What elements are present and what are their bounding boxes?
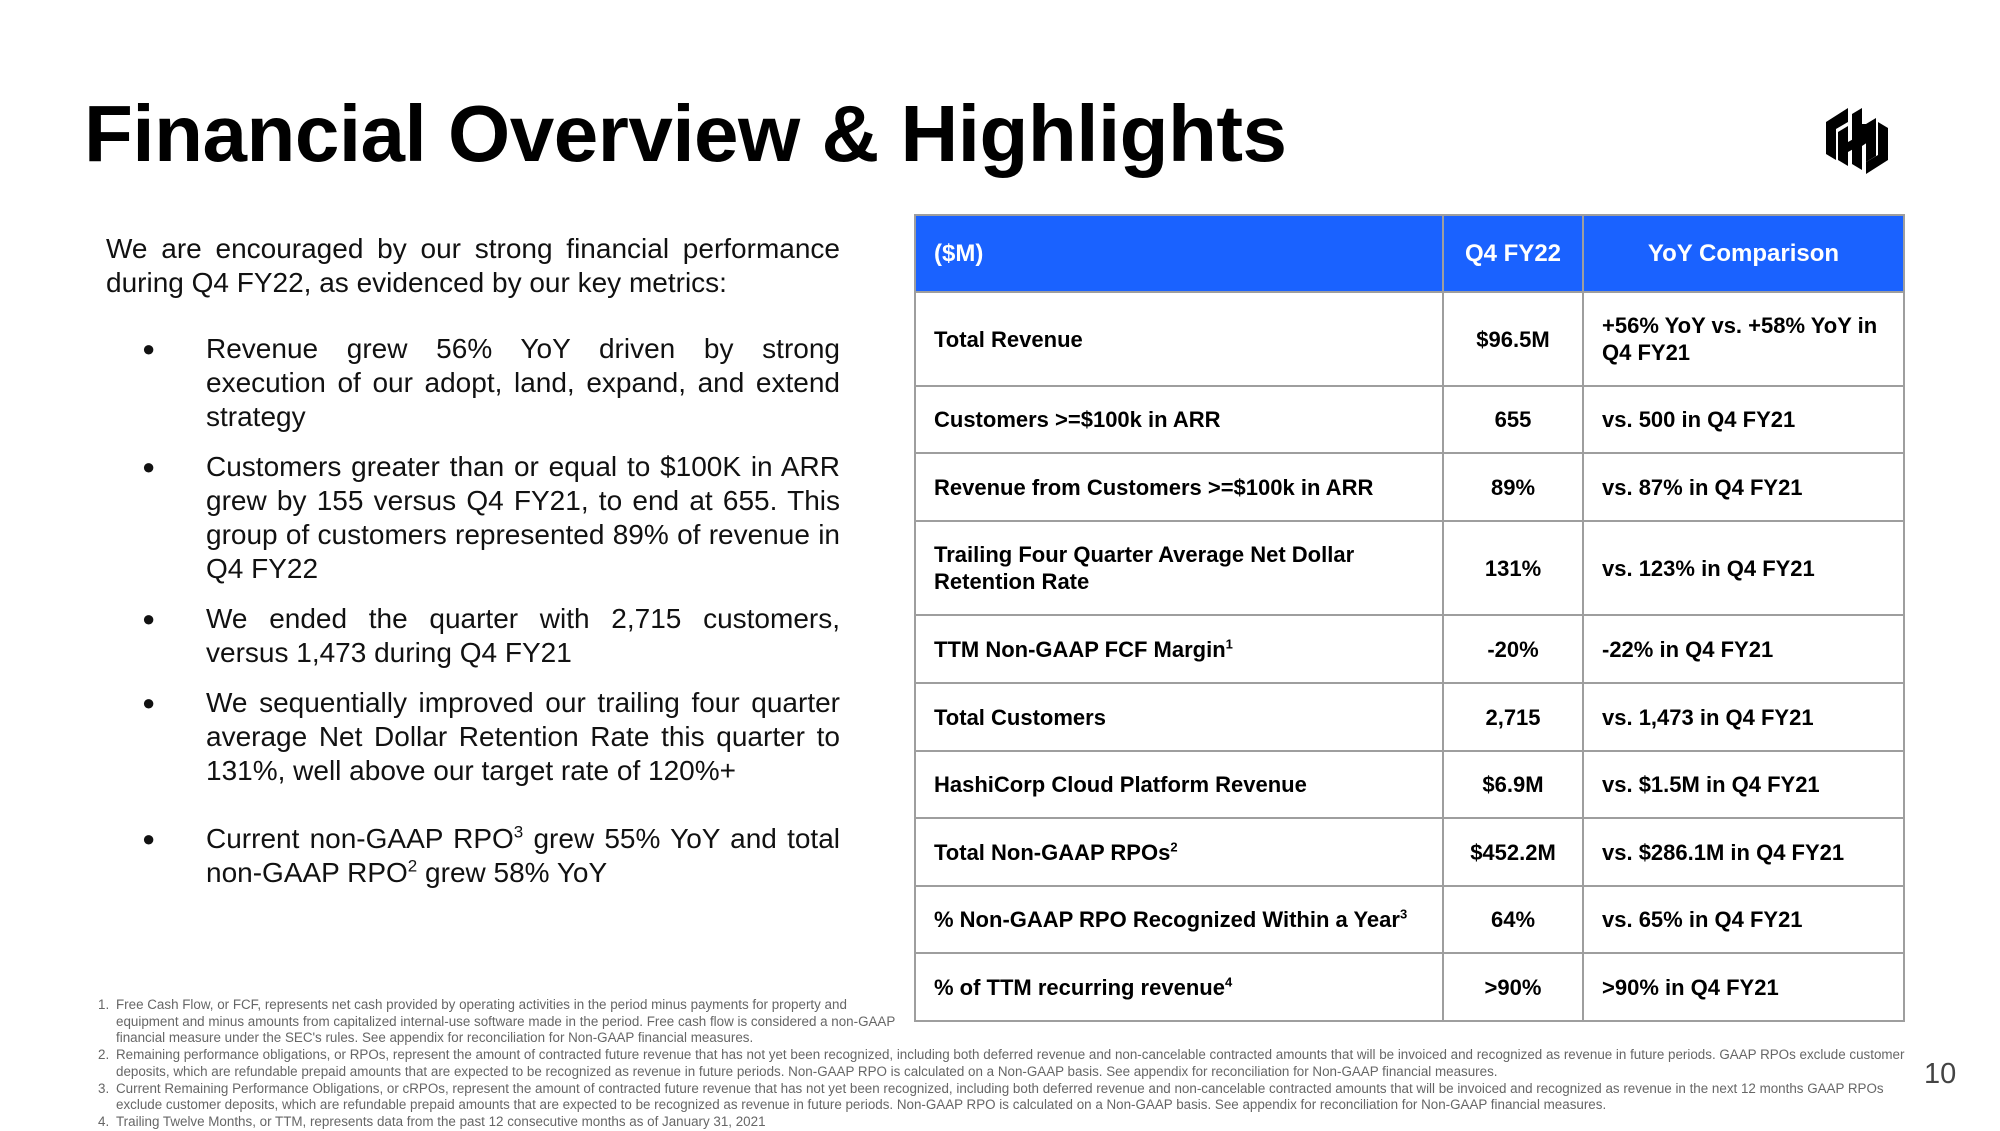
metric-name: Revenue from Customers >=$100k in ARR (934, 474, 1374, 500)
metric-name: HashiCorp Cloud Platform Revenue (934, 772, 1307, 797)
metric-name-cell: HashiCorp Cloud Platform Revenue (914, 750, 1444, 819)
table-row: Revenue from Customers >=$100k in ARR 89%… (914, 452, 1905, 522)
metric-name-cell: Trailing Four Quarter Average Net Dollar… (914, 520, 1444, 616)
column-header-metric: ($M) (914, 214, 1444, 293)
slide-title: Financial Overview & Highlights (84, 89, 1287, 178)
footnote-ref: 3 (513, 822, 524, 842)
metric-name-cell: Customers >=$100k in ARR (914, 385, 1444, 454)
metric-name-cell: TTM Non-GAAP FCF Margin1 (914, 614, 1444, 684)
footnote-number: 2. (98, 1047, 110, 1063)
metrics-table: ($M) Q4 FY22 YoY Comparison Total Revenu… (914, 214, 1905, 1022)
table-header-row: ($M) Q4 FY22 YoY Comparison (914, 214, 1905, 293)
highlights-list: ● Revenue grew 56% YoY driven by strong … (106, 332, 840, 890)
footnotes: 1. Free Cash Flow, or FCF, represents net… (98, 997, 1908, 1131)
footnote-text: Free Cash Flow, or FCF, represents net c… (116, 997, 896, 1046)
metric-name-cell: Total Non-GAAP RPOs2 (914, 817, 1444, 887)
footnote-ref: 1 (1225, 636, 1233, 652)
table-row: Total Non-GAAP RPOs2 $452.2M vs. $286.1M i… (914, 817, 1905, 887)
bullet-dot-icon: ● (142, 606, 156, 631)
footnote-item: 4. Trailing Twelve Months, or TTM, repres… (98, 1114, 1908, 1131)
yoy-comparison-cell: -22% in Q4 FY21 (1582, 614, 1905, 684)
q4-fy22-value-cell: 655 (1442, 385, 1584, 454)
metric-name-cell: Revenue from Customers >=$100k in ARR (914, 452, 1444, 522)
page-number: 10 (1924, 1058, 1957, 1090)
yoy-comparison-cell: +56% YoY vs. +58% YoY in Q4 FY21 (1582, 291, 1905, 387)
footnote-ref: 2 (1170, 839, 1178, 855)
bullet-item: ● Revenue grew 56% YoY driven by strong … (106, 332, 840, 434)
footnote-ref: 3 (1399, 906, 1408, 922)
bullet-dot-icon: ● (142, 336, 156, 361)
bullet-text-part: Current non-GAAP RPO (206, 823, 514, 854)
yoy-comparison-cell: vs. 500 in Q4 FY21 (1582, 385, 1905, 454)
q4-fy22-value-cell: 131% (1442, 520, 1584, 616)
q4-fy22-value-cell: $452.2M (1442, 817, 1584, 887)
bullet-dot-icon: ● (142, 690, 156, 715)
metric-name: Total Customers (934, 704, 1106, 730)
footnote-item: 3. Current Remaining Performance Obligati… (98, 1081, 1908, 1114)
metric-name: TTM Non-GAAP FCF Margin (934, 636, 1226, 662)
hashicorp-logo-icon (1826, 108, 1888, 174)
yoy-comparison-cell: vs. 87% in Q4 FY21 (1582, 452, 1905, 522)
table-row: TTM Non-GAAP FCF Margin1 -20% -22% in Q4 F… (914, 614, 1905, 684)
bullet-item: ● We sequentially improved our trailing … (106, 686, 840, 788)
yoy-comparison-cell: vs. 123% in Q4 FY21 (1582, 520, 1905, 616)
q4-fy22-value-cell: $96.5M (1442, 291, 1584, 387)
metric-name: Customers >=$100k in ARR (934, 407, 1221, 432)
bullet-text-part: grew 58% YoY (417, 857, 608, 888)
footnote-item: 2. Remaining performance obligations, or … (98, 1047, 1908, 1080)
bullet-text: We sequentially improved our trailing fo… (206, 687, 840, 786)
bullet-item: ● Customers greater than or equal to $10… (106, 450, 840, 586)
metric-name: % Non-GAAP RPO Recognized Within a Year (934, 907, 1400, 932)
footnote-number: 1. (98, 997, 110, 1012)
table-row: Trailing Four Quarter Average Net Dollar… (914, 520, 1905, 616)
bullet-text: We ended the quarter with 2,715 customer… (206, 603, 840, 668)
yoy-comparison-cell: vs. 65% in Q4 FY21 (1582, 885, 1905, 954)
footnote-text: Remaining performance obligations, or RP… (116, 1047, 1905, 1079)
yoy-comparison-cell: vs. $286.1M in Q4 FY21 (1582, 817, 1905, 887)
table-row: Customers >=$100k in ARR 655 vs. 500 in Q4… (914, 385, 1905, 454)
column-header-yoy-comparison: YoY Comparison (1582, 214, 1905, 293)
q4-fy22-value-cell: -20% (1442, 614, 1584, 684)
table-row: Total Revenue $96.5M +56% YoY vs. +58% YoY… (914, 291, 1905, 387)
q4-fy22-value-cell: 89% (1442, 452, 1584, 522)
footnote-ref: 2 (407, 856, 418, 876)
footnote-number: 4. (98, 1113, 110, 1129)
table-row: % Non-GAAP RPO Recognized Within a Year3… (914, 885, 1905, 954)
q4-fy22-value-cell: $6.9M (1442, 750, 1584, 819)
footnote-number: 3. (98, 1080, 110, 1096)
bullet-dot-icon: ● (142, 454, 156, 479)
bullet-item: ● We ended the quarter with 2,715 custom… (106, 602, 840, 670)
bullet-text: Customers greater than or equal to $100K… (206, 451, 840, 584)
bullet-text: Revenue grew 56% YoY driven by strong ex… (206, 333, 840, 432)
metric-name: Trailing Four Quarter Average Net Dollar… (934, 542, 1355, 594)
footnote-item: 1. Free Cash Flow, or FCF, represents net… (98, 997, 906, 1047)
column-header-q4-fy22: Q4 FY22 (1442, 214, 1584, 293)
footnote-text: Current Remaining Performance Obligation… (116, 1080, 1884, 1113)
metric-name-cell: Total Revenue (914, 291, 1444, 387)
footnote-ref: 4 (1224, 974, 1233, 990)
yoy-comparison-cell: vs. $1.5M in Q4 FY21 (1582, 750, 1905, 819)
footnote-text: Trailing Twelve Months, or TTM, represen… (116, 1113, 766, 1129)
metric-name: Total Revenue (934, 326, 1083, 352)
metric-name-cell: Total Customers (914, 682, 1444, 752)
q4-fy22-value-cell: 2,715 (1442, 682, 1584, 752)
metric-name: % of TTM recurring revenue (934, 974, 1225, 1000)
table-row: HashiCorp Cloud Platform Revenue $6.9M vs.… (914, 750, 1905, 819)
bullet-dot-icon: ● (142, 826, 156, 851)
yoy-comparison-cell: vs. 1,473 in Q4 FY21 (1582, 682, 1905, 752)
q4-fy22-value-cell: 64% (1442, 885, 1584, 954)
bullet-text: Current non-GAAP RPO3 grew 55% YoY and t… (206, 823, 840, 888)
bullet-item: ● Current non-GAAP RPO3 grew 55% YoY and… (106, 822, 840, 890)
metric-name-cell: % Non-GAAP RPO Recognized Within a Year3 (914, 885, 1444, 954)
intro-paragraph: We are encouraged by our strong financia… (106, 233, 840, 298)
table-row: Total Customers 2,715 vs. 1,473 in Q4 FY21 (914, 682, 1905, 752)
metric-name: Total Non-GAAP RPOs (934, 839, 1171, 865)
